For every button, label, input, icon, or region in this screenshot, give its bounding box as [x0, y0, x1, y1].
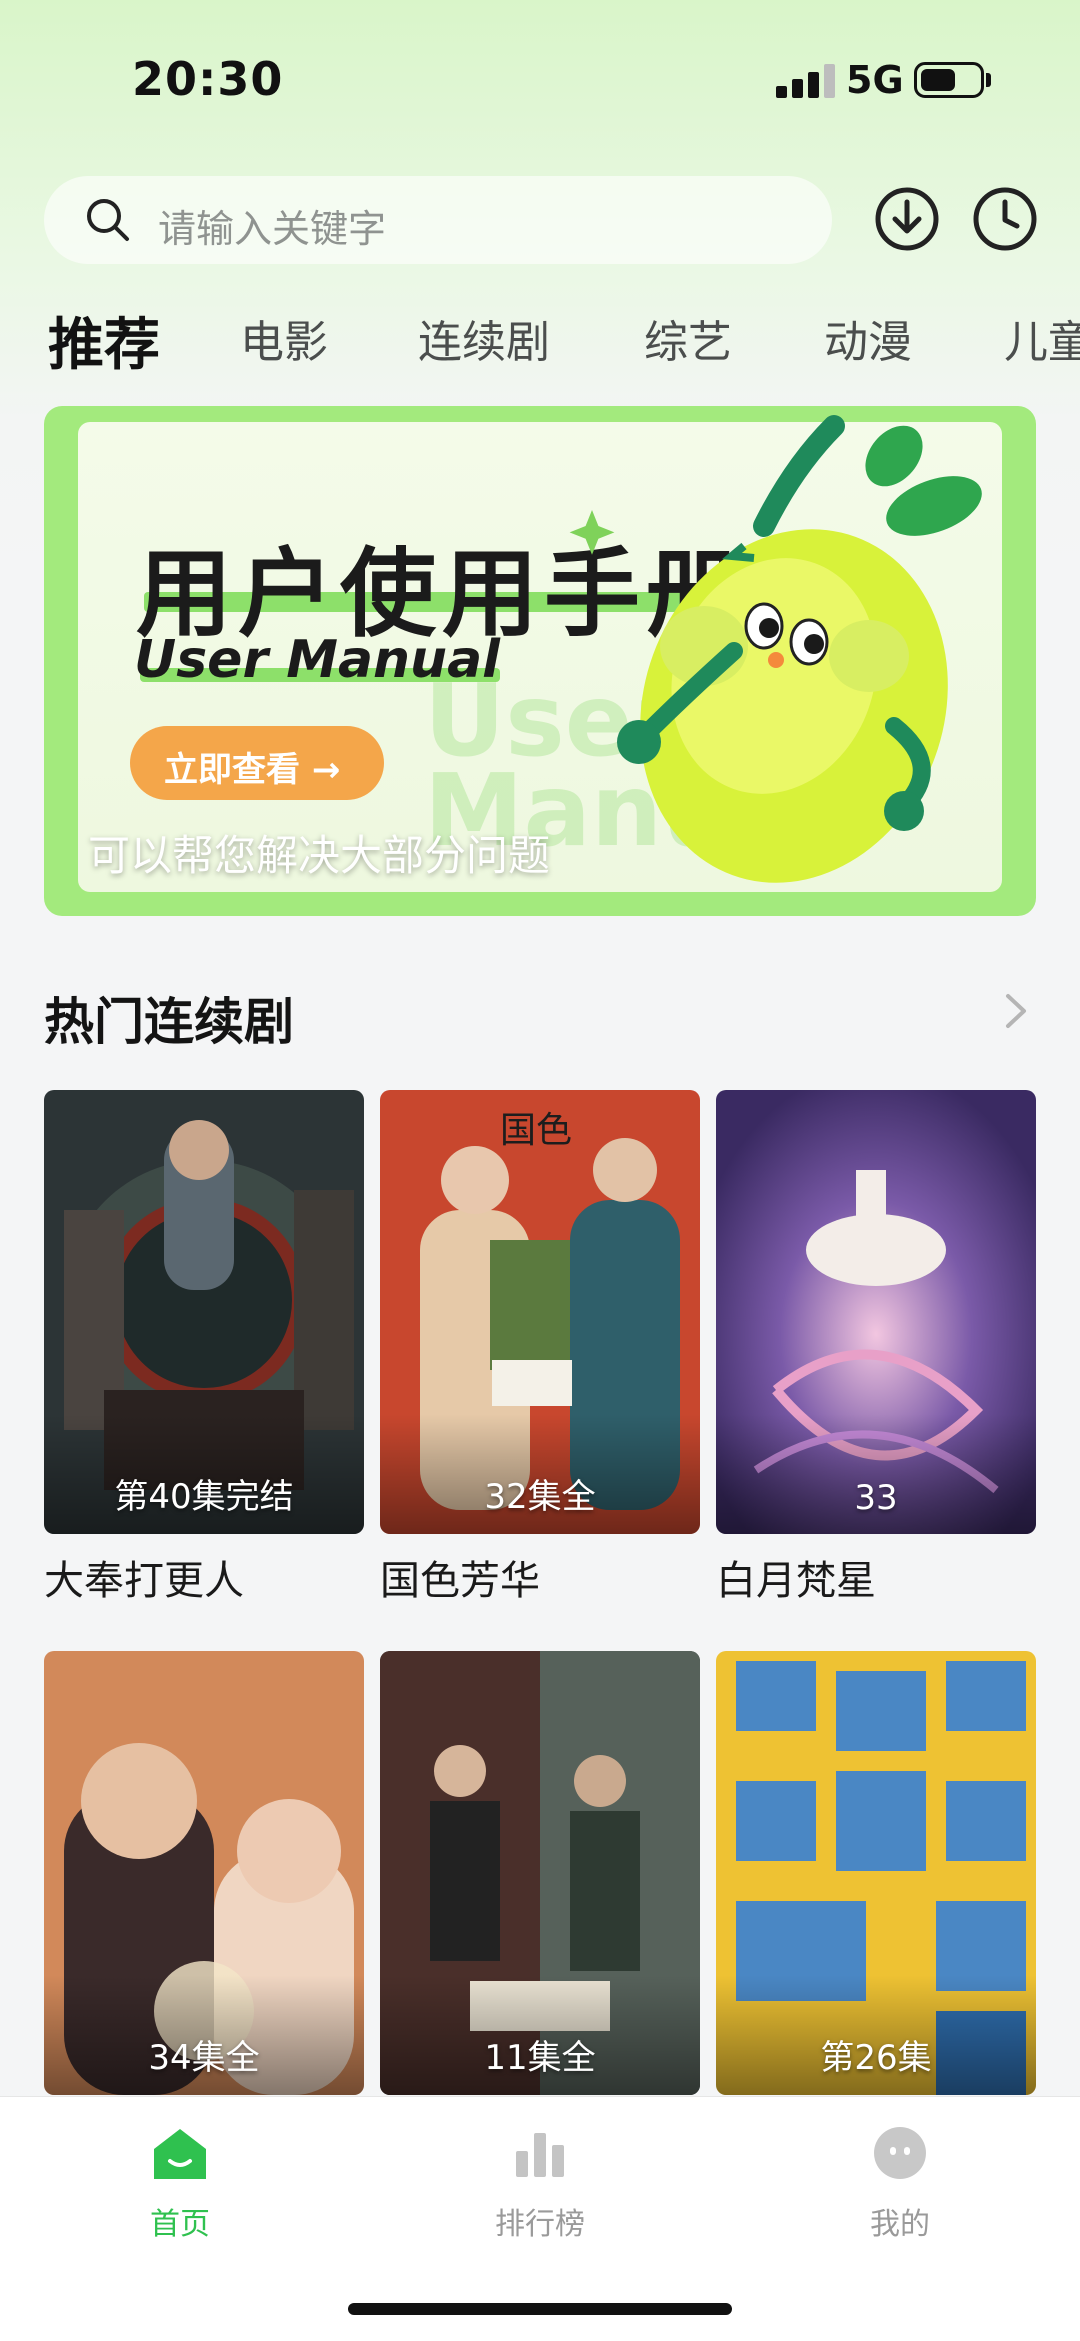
tab-anime[interactable]: 动漫	[824, 306, 912, 370]
nav-home-label: 首页	[150, 2207, 210, 2242]
card-title[interactable]: 国色芳华	[380, 1548, 700, 1606]
poster-image[interactable]: 第40集完结	[44, 1090, 364, 1534]
tab-recommend[interactable]: 推荐	[48, 300, 160, 381]
network-type: 5G	[846, 58, 904, 102]
history-clock-icon[interactable]	[970, 184, 1040, 254]
profile-face-icon	[874, 2127, 926, 2179]
nav-home[interactable]: 首页	[80, 2121, 280, 2243]
search-icon	[87, 199, 129, 241]
status-bar: 20:30 5G	[0, 0, 1080, 150]
series-card[interactable]: 11集全	[380, 1651, 700, 2095]
poster-image[interactable]: 国色 32集全	[380, 1090, 700, 1534]
status-time: 20:30	[132, 52, 284, 106]
battery-cap	[986, 73, 991, 87]
home-indicator	[348, 2303, 732, 2315]
lemon-mascot-icon	[569, 415, 982, 883]
nav-profile[interactable]: 我的	[800, 2121, 1000, 2243]
episode-badge: 34集全	[148, 2038, 260, 2078]
series-card[interactable]: 国色 32集全 国色芳华	[380, 1090, 700, 1606]
user-manual-banner[interactable]: User Manual 用户使用手册 User Manual 立即查看 → 可以…	[44, 406, 1036, 916]
tab-variety[interactable]: 综艺	[644, 306, 732, 370]
episode-badge: 11集全	[484, 2038, 596, 2078]
category-tabs: 推荐 电影 连续剧 综艺 动漫 儿童	[0, 296, 1080, 386]
episode-badge: 第40集完结	[114, 1477, 294, 1517]
ranking-chart-icon	[516, 2133, 564, 2177]
banner-caption: 可以帮您解决大部分问题	[88, 831, 551, 880]
series-card[interactable]: 第40集完结 大奉打更人	[44, 1090, 364, 1606]
tab-kids[interactable]: 儿童	[1004, 306, 1080, 370]
series-card[interactable]: 34集全	[44, 1651, 364, 2095]
card-title[interactable]: 大奉打更人	[44, 1548, 364, 1606]
series-card[interactable]: 第26集	[716, 1651, 1036, 2095]
tab-series[interactable]: 连续剧	[418, 306, 550, 370]
banner-subtitle: User Manual	[134, 630, 500, 690]
poster-image[interactable]: 11集全	[380, 1651, 700, 2095]
episode-badge: 32集全	[484, 1477, 596, 1517]
episode-badge: 33	[854, 1478, 898, 1518]
battery-icon	[914, 62, 984, 98]
episode-badge: 第26集	[820, 2038, 932, 2078]
download-icon[interactable]	[872, 184, 942, 254]
view-now-button[interactable]: 立即查看 →	[130, 726, 384, 800]
poster-image[interactable]: 33	[716, 1090, 1036, 1534]
poster-image[interactable]: 34集全	[44, 1651, 364, 2095]
nav-ranking[interactable]: 排行榜	[440, 2121, 640, 2243]
card-title[interactable]: 白月梵星	[716, 1548, 1036, 1606]
search-input[interactable]: 请输入关键字	[158, 198, 386, 253]
home-icon	[154, 2129, 206, 2179]
app-screen: 20:30 5G 请输入关键字 推荐 电影 连续剧 综艺 动漫 儿童 User …	[0, 0, 1080, 2341]
nav-ranking-label: 排行榜	[495, 2207, 585, 2242]
poster-image[interactable]: 第26集	[716, 1651, 1036, 2095]
chevron-right-icon[interactable]	[996, 986, 1036, 1036]
cellular-signal-icon	[776, 64, 836, 98]
search-bar[interactable]: 请输入关键字	[44, 176, 832, 264]
series-card[interactable]: 33 白月梵星	[716, 1090, 1036, 1606]
svg-text:国色: 国色	[500, 1110, 572, 1151]
section-title: 热门连续剧	[44, 993, 294, 1051]
tab-movies[interactable]: 电影	[240, 306, 328, 370]
nav-profile-label: 我的	[870, 2207, 930, 2242]
